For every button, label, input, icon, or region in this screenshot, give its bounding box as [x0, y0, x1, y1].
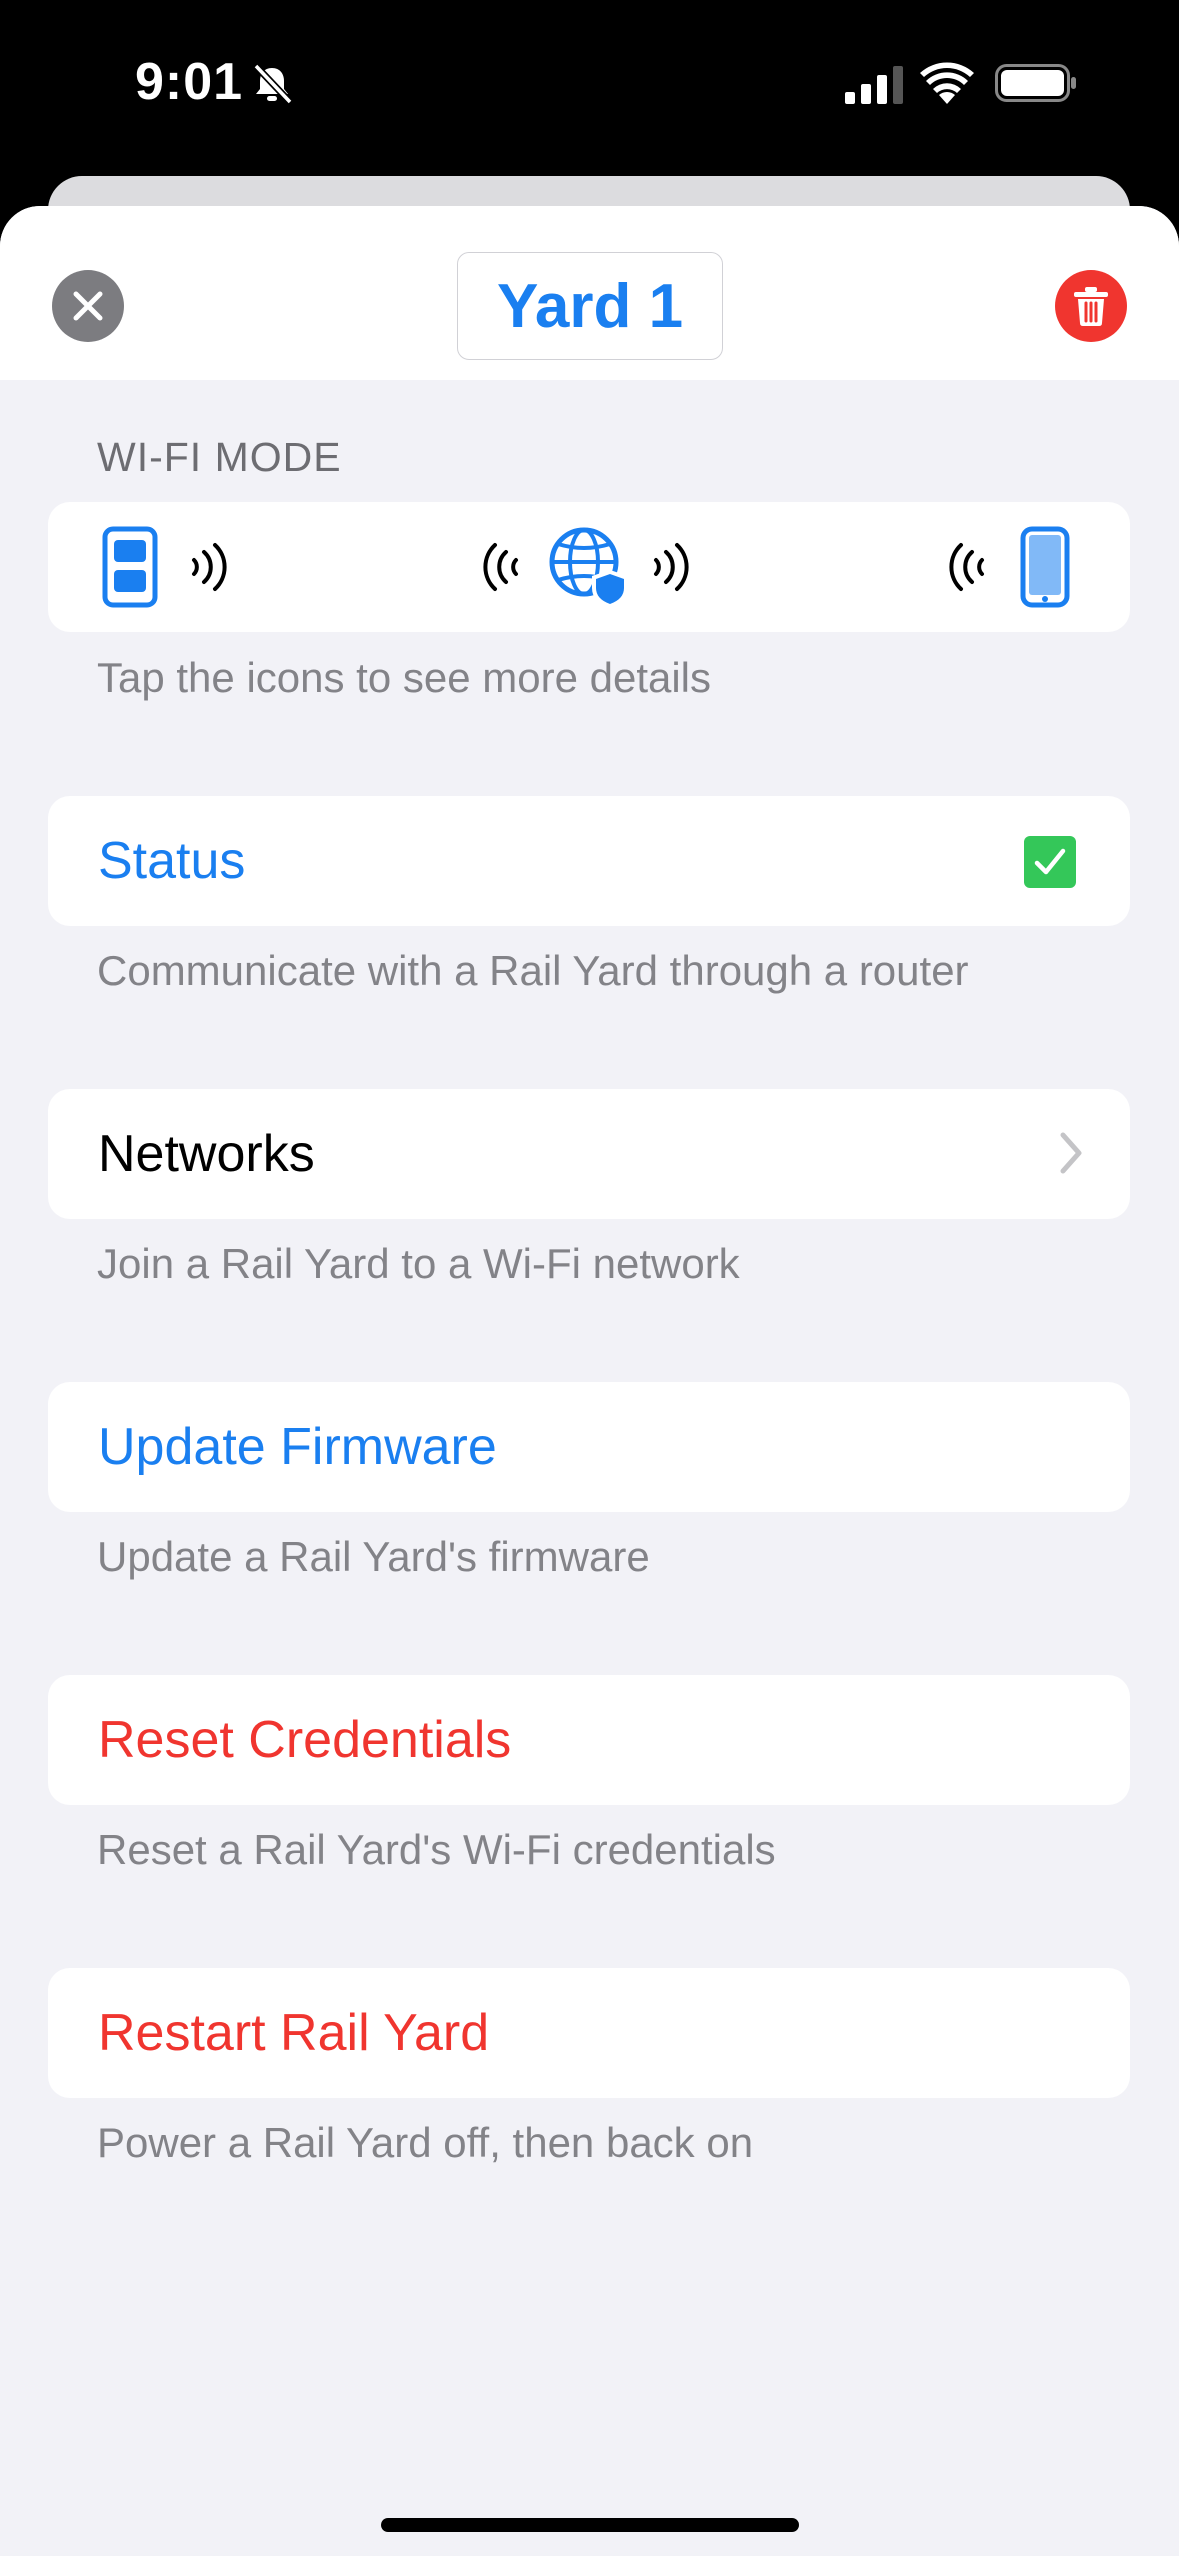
networks-label: Networks — [98, 1125, 315, 1183]
update-firmware-row[interactable]: Update Firmware — [48, 1382, 1130, 1512]
xmark-icon — [73, 291, 103, 321]
phone-icon[interactable] — [1020, 526, 1070, 613]
status-footer: Communicate with a Rail Yard through a r… — [97, 947, 969, 994]
wifi-mode-card — [48, 502, 1130, 632]
update-firmware-label: Update Firmware — [98, 1418, 497, 1476]
close-button[interactable] — [52, 270, 124, 342]
broadcast-in-icon — [946, 542, 986, 597]
trash-icon — [1074, 287, 1108, 326]
update-firmware-footer: Update a Rail Yard's firmware — [97, 1533, 650, 1580]
networks-footer: Join a Rail Yard to a Wi-Fi network — [97, 1240, 740, 1287]
broadcast-out-icon — [190, 542, 230, 597]
bell-slash-icon — [250, 62, 294, 111]
restart-label: Restart Rail Yard — [98, 2004, 490, 2062]
wifi-mode-header: WI-FI MODE — [97, 434, 342, 480]
status-checkbox[interactable] — [1024, 836, 1076, 888]
settings-sheet: Yard 1 WI-FI MODE Tap the icons to see m… — [0, 206, 1179, 2556]
chevron-right-icon — [1058, 1131, 1084, 1180]
cellular-signal-icon — [845, 66, 905, 109]
yard-name-field[interactable]: Yard 1 — [457, 252, 723, 360]
status-label: Status — [98, 832, 246, 890]
nav-bar: Yard 1 — [0, 206, 1179, 380]
wifi-icon — [920, 62, 974, 109]
delete-button[interactable] — [1055, 270, 1127, 342]
status-row[interactable]: Status — [48, 796, 1130, 926]
reset-credentials-row[interactable]: Reset Credentials — [48, 1675, 1130, 1805]
rail-yard-device-icon[interactable] — [102, 526, 158, 613]
status-bar: 9:01 — [0, 0, 1179, 175]
status-time: 9:01 — [135, 53, 244, 111]
reset-credentials-label: Reset Credentials — [98, 1711, 512, 1769]
wifi-mode-footer: Tap the icons to see more details — [97, 654, 712, 701]
battery-icon — [995, 64, 1077, 107]
networks-row[interactable]: Networks — [48, 1089, 1130, 1219]
restart-row[interactable]: Restart Rail Yard — [48, 1968, 1130, 2098]
reset-credentials-footer: Reset a Rail Yard's Wi-Fi credentials — [97, 1826, 776, 1873]
checkmark-icon — [1034, 848, 1066, 875]
home-indicator[interactable] — [381, 2518, 799, 2532]
broadcast-in-icon — [480, 542, 520, 597]
restart-footer: Power a Rail Yard off, then back on — [97, 2119, 754, 2166]
broadcast-out-icon — [652, 542, 692, 597]
globe-shield-icon[interactable] — [548, 526, 630, 613]
